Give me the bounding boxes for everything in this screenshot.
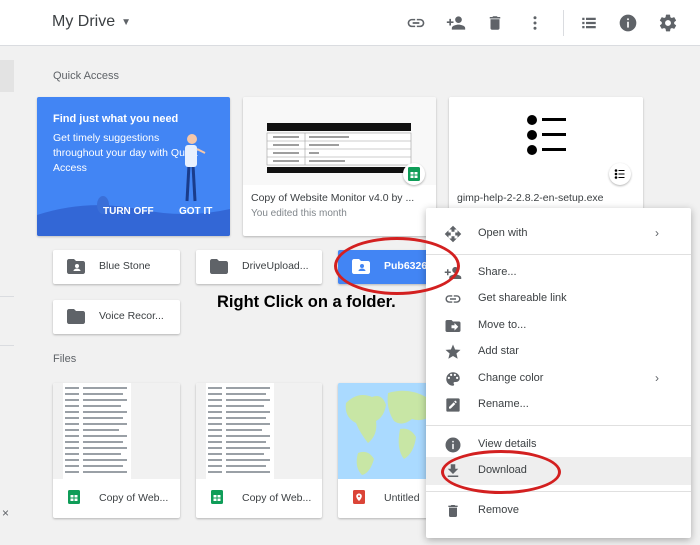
got-it-button[interactable]: GOT IT	[179, 206, 212, 217]
folder-item[interactable]: DriveUpload...	[196, 250, 322, 284]
menu-divider	[426, 491, 691, 492]
menu-item-remove[interactable]: Remove	[426, 497, 691, 525]
quick-access-label: Quick Access	[53, 70, 120, 82]
info-icon[interactable]	[616, 11, 640, 35]
quick-access-card-sub: You edited this month	[251, 208, 347, 219]
spreadsheet-thumbnail	[53, 383, 180, 479]
rename-icon	[444, 396, 462, 414]
folder-name: Blue Stone	[99, 260, 151, 272]
tutorial-annotation: Right Click on a folder.	[217, 293, 396, 311]
close-icon[interactable]: ×	[2, 506, 9, 520]
menu-item-get-link[interactable]: Get shareable link	[426, 285, 691, 313]
caret-down-icon: ▼	[121, 16, 132, 28]
quick-access-card[interactable]: Copy of Website Monitor v4.0 by ... You …	[243, 97, 436, 236]
menu-item-add-star[interactable]: Add star	[426, 338, 691, 366]
submenu-arrow-icon: ›	[655, 226, 659, 240]
quick-access-card-name: gimp-help-2-2.8.2-en-setup.exe	[457, 192, 604, 204]
menu-item-label: View details	[478, 438, 537, 450]
menu-item-label: Share...	[478, 266, 517, 278]
folder-item[interactable]: Blue Stone	[53, 250, 180, 284]
drive-title: My Drive	[52, 13, 116, 30]
list-icon	[614, 169, 625, 179]
folder-icon	[67, 309, 85, 324]
share-icon[interactable]	[444, 11, 468, 35]
file-name: Copy of Web...	[99, 492, 169, 504]
sheets-icon	[68, 490, 80, 504]
info-icon	[444, 436, 462, 454]
submenu-arrow-icon: ›	[655, 371, 659, 385]
link-icon	[444, 290, 462, 308]
menu-item-label: Get shareable link	[478, 292, 567, 304]
more-vert-icon[interactable]	[523, 11, 547, 35]
trash-icon[interactable]	[483, 11, 507, 35]
star-icon	[444, 343, 462, 361]
highlight-circle-download	[441, 450, 561, 494]
left-divider	[0, 296, 14, 297]
map-thumbnail	[338, 383, 438, 479]
menu-item-label: Open with	[478, 227, 528, 239]
file-name: Copy of Web...	[242, 492, 312, 504]
menu-item-label: Move to...	[478, 319, 527, 331]
my-drive-menu[interactable]: My Drive ▼	[52, 13, 131, 31]
menu-item-label: Change color	[478, 372, 544, 384]
file-type-badge	[609, 163, 631, 185]
list-view-icon[interactable]	[577, 11, 601, 35]
settings-icon[interactable]	[656, 11, 680, 35]
my-maps-icon	[353, 490, 365, 504]
top-bar: My Drive ▼	[0, 0, 700, 46]
trash-icon	[444, 502, 462, 520]
left-divider	[0, 345, 14, 346]
map-preview	[338, 383, 438, 479]
file-item[interactable]: Untitled	[338, 383, 438, 518]
menu-item-rename[interactable]: Rename...	[426, 391, 691, 419]
menu-item-change-color[interactable]: Change color ›	[426, 365, 691, 393]
folder-name: Voice Recor...	[99, 310, 164, 322]
menu-divider	[426, 425, 691, 426]
spreadsheet-thumbnail	[243, 97, 436, 185]
files-label: Files	[53, 353, 77, 365]
palette-icon	[444, 370, 462, 388]
menu-item-label: Rename...	[478, 398, 529, 410]
turn-off-button[interactable]: TURN OFF	[103, 206, 154, 217]
file-name: Untitled	[384, 492, 420, 504]
spreadsheet-preview	[63, 383, 131, 479]
menu-item-open-with[interactable]: Open with ›	[426, 220, 691, 248]
spreadsheet-preview	[206, 383, 274, 479]
quick-access-promo-card: Find just what you need Get timely sugge…	[37, 97, 230, 236]
highlight-circle-folder	[334, 237, 460, 295]
spreadsheet-thumbnail	[196, 383, 322, 479]
file-item[interactable]: Copy of Web...	[53, 383, 180, 518]
toolbar-divider	[563, 10, 564, 36]
move-to-icon	[444, 317, 462, 335]
folder-icon	[210, 259, 228, 274]
folder-item[interactable]: Voice Recor...	[53, 300, 180, 334]
left-nav-strip[interactable]	[0, 60, 14, 92]
shared-folder-icon	[67, 259, 85, 274]
menu-item-share[interactable]: Share...	[426, 259, 691, 287]
menu-divider	[426, 254, 691, 255]
open-with-icon	[444, 225, 462, 243]
sheets-icon	[408, 167, 420, 181]
file-item[interactable]: Copy of Web...	[196, 383, 322, 518]
sheets-badge	[403, 163, 425, 185]
folder-name: DriveUpload...	[242, 260, 309, 272]
quick-access-card-name: Copy of Website Monitor v4.0 by ...	[251, 192, 415, 204]
file-thumbnail	[449, 97, 643, 185]
sheets-icon	[211, 490, 223, 504]
menu-item-move-to[interactable]: Move to...	[426, 312, 691, 340]
link-icon[interactable]	[404, 11, 428, 35]
menu-item-label: Add star	[478, 345, 519, 357]
menu-item-label: Remove	[478, 504, 519, 516]
